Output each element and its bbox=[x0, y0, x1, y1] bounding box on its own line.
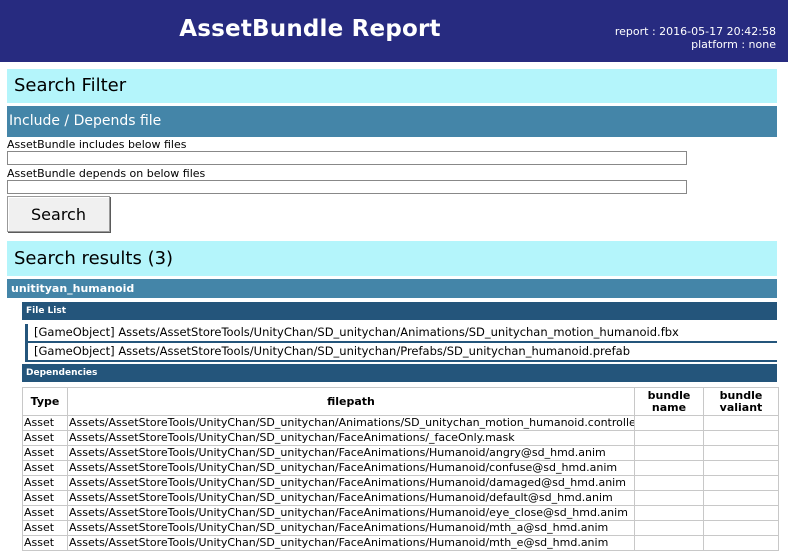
cell-bundle-variant bbox=[703, 535, 779, 551]
search-button[interactable]: Search bbox=[7, 196, 110, 232]
cell-filepath: Assets/AssetStoreTools/UnityChan/SD_unit… bbox=[67, 460, 635, 476]
depends-input[interactable] bbox=[7, 180, 687, 194]
cell-bundle-name bbox=[634, 460, 704, 476]
cell-bundle-variant bbox=[703, 460, 779, 476]
column-header-bundle-variant: bundle valiant bbox=[703, 387, 779, 416]
cell-type: Asset bbox=[22, 520, 68, 536]
table-row: Asset Assets/AssetStoreTools/UnityChan/S… bbox=[22, 475, 779, 491]
cell-type: Asset bbox=[22, 535, 68, 551]
cell-bundle-name bbox=[634, 475, 704, 491]
cell-bundle-name bbox=[634, 490, 704, 506]
cell-bundle-name bbox=[634, 520, 704, 536]
include-depends-section-title: Include / Depends file bbox=[7, 106, 777, 137]
column-header-bundle-name: bundle name bbox=[634, 387, 704, 416]
cell-type: Asset bbox=[22, 415, 68, 431]
cell-filepath: Assets/AssetStoreTools/UnityChan/SD_unit… bbox=[67, 520, 635, 536]
cell-type: Asset bbox=[22, 475, 68, 491]
dependencies-header: Dependencies bbox=[22, 364, 777, 382]
cell-bundle-variant bbox=[703, 415, 779, 431]
column-header-type: Type bbox=[22, 387, 68, 416]
report-timestamp: report : 2016-05-17 20:42:58 bbox=[614, 25, 776, 38]
cell-type: Asset bbox=[22, 490, 68, 506]
cell-filepath: Assets/AssetStoreTools/UnityChan/SD_unit… bbox=[67, 445, 635, 461]
cell-filepath: Assets/AssetStoreTools/UnityChan/SD_unit… bbox=[67, 490, 635, 506]
cell-bundle-variant bbox=[703, 475, 779, 491]
search-results-title: Search results (3) bbox=[7, 241, 777, 276]
column-header-filepath: filepath bbox=[67, 387, 635, 416]
report-title: AssetBundle Report bbox=[179, 16, 441, 42]
table-row: Asset Assets/AssetStoreTools/UnityChan/S… bbox=[22, 460, 779, 476]
cell-bundle-variant bbox=[703, 505, 779, 521]
cell-bundle-variant bbox=[703, 430, 779, 446]
cell-type: Asset bbox=[22, 505, 68, 521]
cell-bundle-variant bbox=[703, 445, 779, 461]
depends-label: AssetBundle depends on below files bbox=[7, 167, 206, 180]
cell-bundle-variant bbox=[703, 490, 779, 506]
includes-input[interactable] bbox=[7, 151, 687, 165]
table-row: Asset Assets/AssetStoreTools/UnityChan/S… bbox=[22, 430, 779, 446]
table-row: Asset Assets/AssetStoreTools/UnityChan/S… bbox=[22, 535, 779, 551]
includes-label: AssetBundle includes below files bbox=[7, 138, 187, 151]
dependencies-table: Type filepath bundle name bundle valiant… bbox=[22, 387, 779, 551]
table-header-row: Type filepath bundle name bundle valiant bbox=[22, 387, 779, 416]
table-row: Asset Assets/AssetStoreTools/UnityChan/S… bbox=[22, 445, 779, 461]
search-filter-title: Search Filter bbox=[7, 69, 777, 103]
cell-bundle-name bbox=[634, 505, 704, 521]
cell-filepath: Assets/AssetStoreTools/UnityChan/SD_unit… bbox=[67, 475, 635, 491]
cell-bundle-name bbox=[634, 415, 704, 431]
file-list-item: [GameObject] Assets/AssetStoreTools/Unit… bbox=[25, 324, 777, 343]
cell-bundle-name bbox=[634, 445, 704, 461]
cell-filepath: Assets/AssetStoreTools/UnityChan/SD_unit… bbox=[67, 430, 635, 446]
cell-type: Asset bbox=[22, 445, 68, 461]
cell-bundle-name bbox=[634, 430, 704, 446]
cell-filepath: Assets/AssetStoreTools/UnityChan/SD_unit… bbox=[67, 415, 635, 431]
cell-bundle-name bbox=[634, 535, 704, 551]
file-list-item: [GameObject] Assets/AssetStoreTools/Unit… bbox=[25, 343, 777, 362]
bundle-group-header[interactable]: unitityan_humanoid bbox=[7, 279, 777, 298]
file-list-header: File List bbox=[22, 302, 777, 320]
cell-filepath: Assets/AssetStoreTools/UnityChan/SD_unit… bbox=[67, 505, 635, 521]
cell-bundle-variant bbox=[703, 520, 779, 536]
table-row: Asset Assets/AssetStoreTools/UnityChan/S… bbox=[22, 520, 779, 536]
table-row: Asset Assets/AssetStoreTools/UnityChan/S… bbox=[22, 505, 779, 521]
report-meta: report : 2016-05-17 20:42:58 platform : … bbox=[615, 25, 776, 51]
report-header: AssetBundle Report report : 2016-05-17 2… bbox=[0, 0, 788, 62]
report-platform: platform : none bbox=[691, 38, 776, 51]
table-row: Asset Assets/AssetStoreTools/UnityChan/S… bbox=[22, 415, 779, 431]
table-row: Asset Assets/AssetStoreTools/UnityChan/S… bbox=[22, 490, 779, 506]
cell-type: Asset bbox=[22, 430, 68, 446]
cell-filepath: Assets/AssetStoreTools/UnityChan/SD_unit… bbox=[67, 535, 635, 551]
cell-type: Asset bbox=[22, 460, 68, 476]
